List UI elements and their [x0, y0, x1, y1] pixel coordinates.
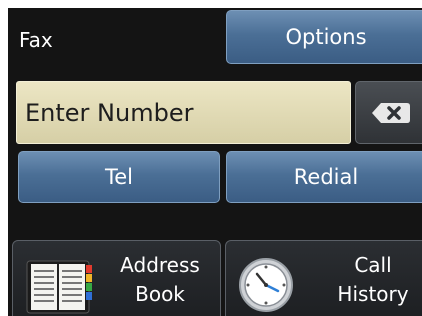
tel-label: Tel	[104, 165, 133, 189]
options-button[interactable]: Options	[226, 10, 422, 64]
redial-button[interactable]: Redial	[226, 151, 422, 203]
address-book-icon	[26, 260, 92, 314]
address-book-label: Address Book	[109, 251, 211, 309]
options-label: Options	[285, 25, 367, 49]
address-book-label-line2: Book	[135, 282, 185, 306]
call-history-label: Call History	[318, 251, 422, 309]
address-book-label-line1: Address	[120, 253, 200, 277]
call-history-button[interactable]: Call History	[225, 240, 422, 316]
number-input-text: Enter Number	[25, 98, 194, 127]
tel-button[interactable]: Tel	[18, 151, 220, 203]
call-history-label-line1: Call	[354, 253, 392, 277]
backspace-button[interactable]	[355, 81, 422, 144]
number-input[interactable]: Enter Number	[16, 81, 351, 144]
call-history-label-line2: History	[337, 282, 409, 306]
address-book-button[interactable]: Address Book	[12, 240, 221, 316]
mode-label: Fax	[19, 28, 53, 52]
backspace-icon	[371, 102, 410, 123]
fax-screen: Fax Options Enter Number Tel Redial Addr…	[8, 8, 422, 316]
redial-label: Redial	[293, 165, 359, 189]
clock-icon	[239, 258, 293, 312]
